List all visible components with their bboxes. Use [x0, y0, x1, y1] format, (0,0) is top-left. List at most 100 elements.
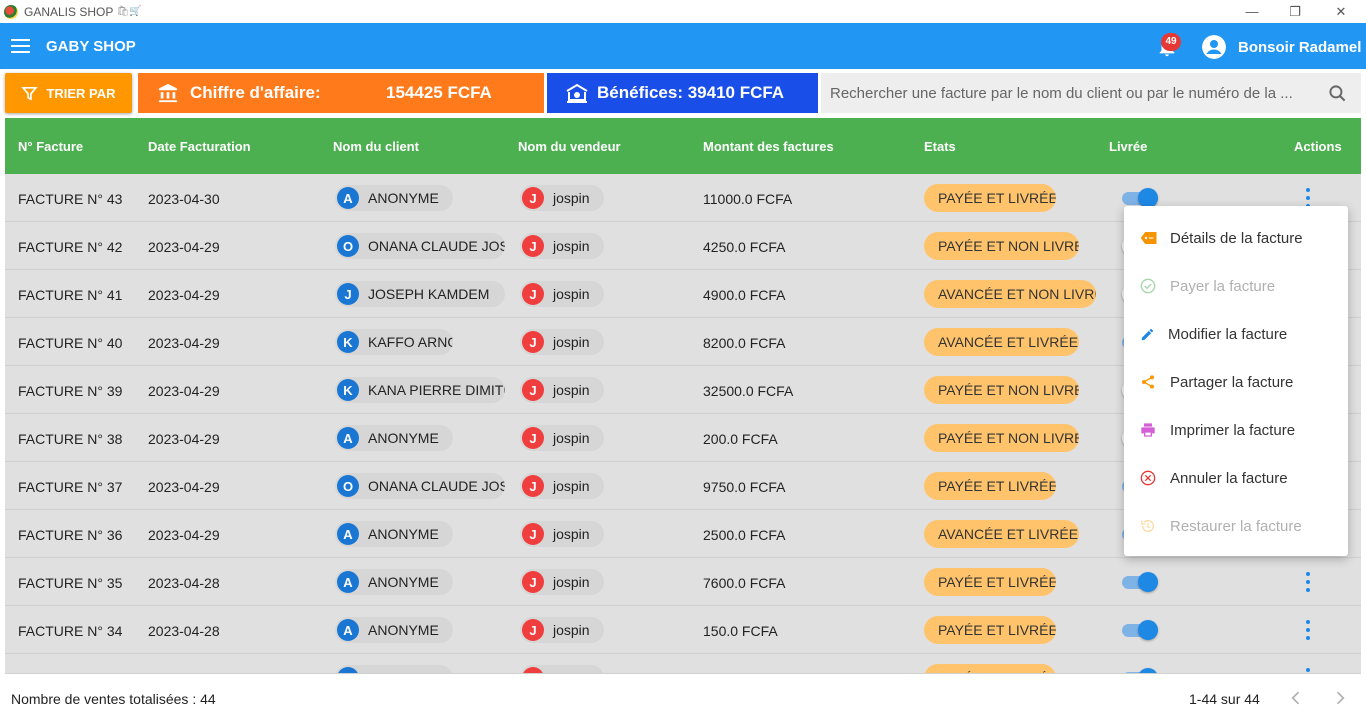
seller-chip: Jjospin — [520, 569, 604, 595]
seller-chip: Jjospin — [520, 329, 604, 355]
invoice-actions-menu: Détails de la facture Payer la facture M… — [1124, 206, 1348, 556]
restore-icon — [1141, 520, 1154, 532]
invoice-date: 2023-04-29 — [148, 287, 220, 303]
status-badge: AVANCÉE ET LIVRÉE — [924, 520, 1079, 548]
window-title: GANALIS SHOP — [24, 4, 114, 19]
table-row[interactable]: PAYÉE ET LIVRÉE — [5, 654, 1361, 673]
status-badge: PAYÉE ET LIVRÉE — [924, 184, 1056, 212]
client-name: ONANA CLAUDE JOSEPH — [368, 238, 505, 254]
seller-avatar: J — [522, 475, 544, 497]
seller-name: jospin — [553, 334, 590, 350]
invoice-amount: 9750.0 FCFA — [703, 479, 786, 495]
table-footer: Nombre de ventes totalisées : 44 1-44 su… — [5, 673, 1361, 723]
client-name: ANONYME — [368, 622, 439, 638]
status-badge: PAYÉE ET LIVRÉE — [924, 664, 1056, 673]
client-chip: A ANONYME — [335, 185, 453, 211]
seller-name: jospin — [553, 382, 590, 398]
invoice-date: 2023-04-28 — [148, 575, 220, 591]
menu-item-restore[interactable]: Restaurer la facture — [1124, 502, 1348, 550]
seller-avatar: J — [522, 235, 544, 257]
header-actions: Actions — [1294, 139, 1342, 154]
seller-chip: Jjospin — [520, 425, 604, 451]
close-button[interactable]: ✕ — [1318, 0, 1364, 23]
search-input[interactable] — [830, 75, 1310, 111]
client-avatar: O — [337, 475, 359, 497]
client-avatar: K — [337, 331, 359, 353]
invoice-number: FACTURE N° 34 — [18, 623, 123, 639]
search-icon[interactable] — [1328, 84, 1347, 103]
share-icon — [1142, 375, 1154, 389]
menu-item-print[interactable]: Imprimer la facture — [1124, 406, 1348, 454]
client-name: ANONYME — [368, 430, 439, 446]
sort-button-label: TRIER PAR — [46, 85, 116, 101]
header-invoice-date: Date Facturation — [148, 139, 251, 154]
seller-avatar: J — [522, 523, 544, 545]
delivered-toggle[interactable] — [1122, 188, 1158, 208]
account-icon[interactable] — [1202, 35, 1226, 59]
seller-name: jospin — [553, 622, 590, 638]
client-avatar: A — [337, 187, 359, 209]
seller-name: jospin — [553, 478, 590, 494]
status-badge: PAYÉE ET NON LIVRÉE — [924, 232, 1079, 260]
menu-item-label: Modifier la facture — [1168, 325, 1288, 343]
invoice-amount: 32500.0 FCFA — [703, 383, 794, 399]
header-seller-name: Nom du vendeur — [518, 139, 621, 154]
menu-item-pay[interactable]: Payer la facture — [1124, 262, 1348, 310]
pagination-range: 1-44 sur 44 — [1189, 691, 1260, 707]
seller-avatar: J — [522, 187, 544, 209]
window-titlebar: GANALIS SHOP 🛍🛒 — [0, 0, 1366, 23]
label-icon — [1140, 232, 1157, 244]
invoice-date: 2023-04-29 — [148, 383, 220, 399]
app-logo-icon — [4, 4, 18, 19]
print-icon — [1141, 423, 1155, 437]
invoice-date: 2023-04-30 — [148, 191, 220, 207]
invoice-amount: 4900.0 FCFA — [703, 287, 786, 303]
seller-avatar: J — [522, 331, 544, 353]
menu-item-details[interactable]: Détails de la facture — [1124, 214, 1348, 262]
seller-avatar: J — [522, 427, 544, 449]
cancel-icon — [1140, 470, 1156, 486]
seller-avatar: J — [522, 571, 544, 593]
delivered-toggle[interactable] — [1122, 572, 1158, 592]
minimize-button[interactable]: — — [1229, 0, 1275, 23]
sort-button[interactable]: TRIER PAR — [5, 73, 132, 113]
more-actions-icon[interactable] — [1303, 572, 1313, 592]
invoice-number: FACTURE N° 41 — [18, 287, 123, 303]
client-chip — [335, 665, 453, 673]
delivered-toggle[interactable] — [1122, 620, 1158, 640]
seller-chip: Jjospin — [520, 233, 604, 259]
filter-icon — [21, 86, 39, 101]
more-actions-icon[interactable] — [1303, 620, 1313, 640]
menu-item-label: Partager la facture — [1170, 373, 1294, 391]
revenue-label: Chiffre d'affaire: — [190, 83, 321, 102]
client-chip: A ANONYME — [335, 617, 453, 643]
maximize-button[interactable]: ❐ — [1272, 0, 1318, 23]
seller-chip — [520, 665, 604, 673]
header-amount: Montant des factures — [703, 139, 834, 154]
menu-icon[interactable] — [11, 39, 30, 53]
table-row[interactable]: FACTURE N° 35 2023-04-28 A ANONYME Jjospin 76… — [5, 558, 1361, 606]
menu-item-label: Détails de la facture — [1170, 229, 1303, 247]
previous-page-icon[interactable] — [1286, 688, 1306, 708]
seller-chip: Jjospin — [520, 377, 604, 403]
client-avatar: J — [337, 283, 359, 305]
invoice-date: 2023-04-29 — [148, 239, 220, 255]
invoice-date: 2023-04-29 — [148, 479, 220, 495]
invoice-date: 2023-04-29 — [148, 431, 220, 447]
menu-item-cancel[interactable]: Annuler la facture — [1124, 454, 1348, 502]
invoice-number: FACTURE N° 36 — [18, 527, 123, 543]
seller-name: jospin — [553, 286, 590, 302]
client-chip: O ONANA CLAUDE JOSEPH — [335, 473, 505, 499]
menu-item-label: Annuler la facture — [1170, 469, 1288, 487]
menu-item-edit[interactable]: Modifier la facture — [1124, 310, 1348, 358]
status-badge: PAYÉE ET LIVRÉE — [924, 616, 1056, 644]
toolbar: TRIER PAR Chiffre d'affaire: 154425 FCFA… — [0, 69, 1366, 118]
seller-chip: Jjospin — [520, 185, 604, 211]
menu-item-share[interactable]: Partager la facture — [1124, 358, 1348, 406]
header-client-name: Nom du client — [333, 139, 419, 154]
table-row[interactable]: FACTURE N° 34 2023-04-28 A ANONYME Jjospin 15… — [5, 606, 1361, 654]
invoice-number: FACTURE N° 37 — [18, 479, 123, 495]
status-badge: AVANCÉE ET NON LIVRÉE — [924, 280, 1096, 308]
next-page-icon[interactable] — [1330, 688, 1350, 708]
more-actions-icon[interactable] — [1303, 188, 1313, 208]
